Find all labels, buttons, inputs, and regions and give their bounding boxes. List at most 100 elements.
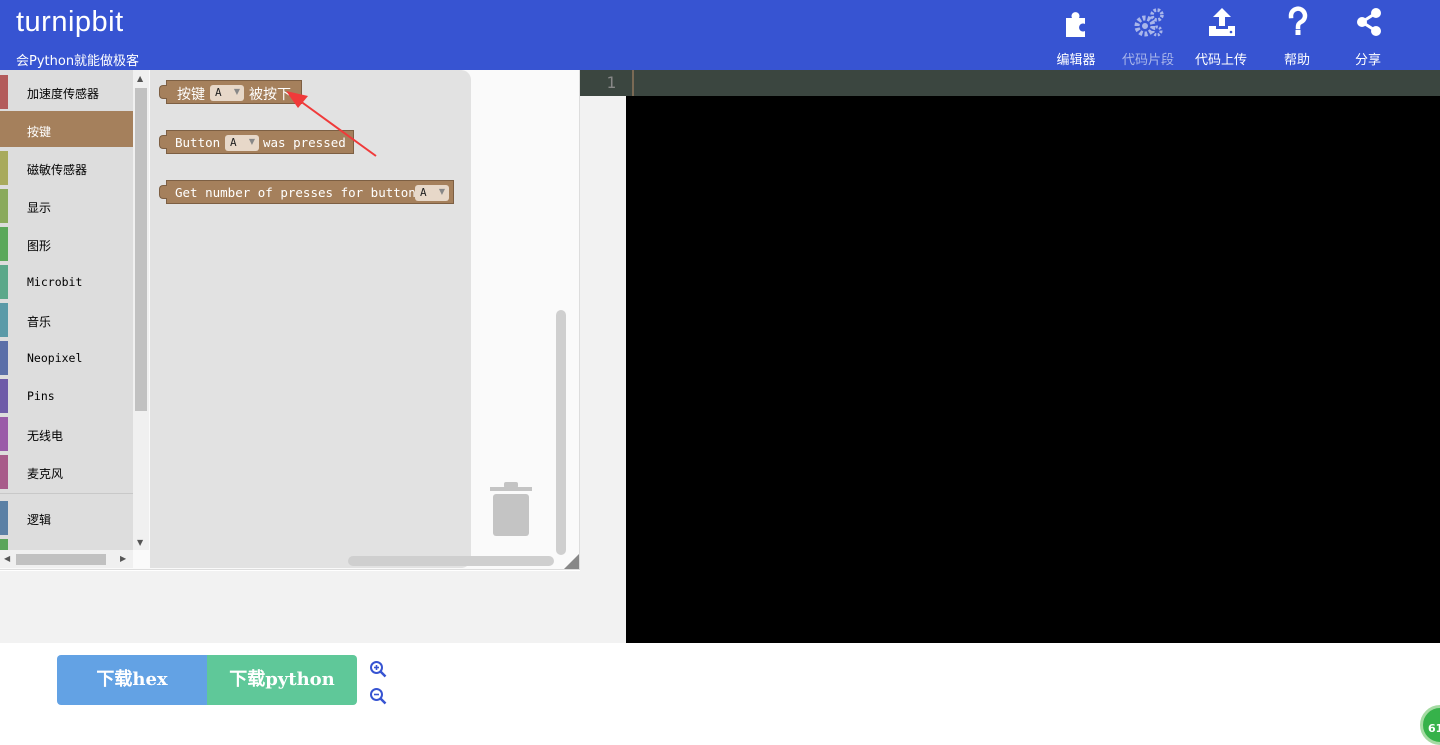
category-color-stripe: [0, 501, 8, 535]
badge-text: 61: [1428, 722, 1440, 735]
left-panel-background: [0, 571, 626, 643]
category-label: 图形: [27, 239, 52, 253]
nav-help-label: 帮助: [1283, 53, 1310, 68]
category-accelerometer[interactable]: 加速度传感器: [0, 73, 133, 109]
category-label: Neopixel: [27, 351, 83, 365]
share-icon: [1357, 8, 1381, 36]
block-button-was-pressed[interactable]: Button A ▼ was pressed: [159, 130, 354, 154]
workspace-vertical-scrollbar[interactable]: [556, 310, 566, 555]
category-color-stripe: [0, 265, 8, 299]
toolbox-hscroll-thumb[interactable]: [16, 554, 106, 565]
nav-snippets-button[interactable]: 代码片段: [1112, 0, 1184, 70]
scroll-left-icon[interactable]: ◀: [4, 554, 10, 563]
dropdown-value: A: [420, 186, 427, 199]
gears-icon: [1134, 8, 1164, 37]
nav-upload-label: 代码上传: [1194, 53, 1247, 68]
block-flyout: 按键 A ▼ 被按下 Button A ▼ was pressed Get nu…: [150, 70, 471, 568]
dropdown-arrow-icon: ▼: [438, 187, 445, 196]
category-label: 逻辑: [27, 513, 52, 527]
button-dropdown[interactable]: A ▼: [210, 85, 244, 101]
help-icon: [1288, 6, 1308, 35]
category-color-stripe: [0, 151, 8, 185]
category-color-stripe: [0, 75, 8, 109]
puzzle-icon: [1066, 12, 1085, 38]
category-microbit[interactable]: Microbit: [0, 263, 133, 299]
block-get-presses[interactable]: Get number of presses for button A ▼: [159, 180, 454, 204]
nav-upload-button[interactable]: 代码上传: [1185, 0, 1257, 70]
category-microphone[interactable]: 麦克风: [0, 453, 133, 489]
block-button-pressed-cn[interactable]: 按键 A ▼ 被按下: [159, 80, 302, 104]
toolbox-scroll-thumb[interactable]: [135, 88, 147, 411]
category-color-stripe: [0, 417, 8, 451]
trash-icon[interactable]: [488, 480, 534, 538]
category-images[interactable]: 图形: [0, 225, 133, 261]
upload-icon: [1209, 8, 1235, 36]
category-neopixel[interactable]: Neopixel: [0, 339, 133, 375]
block-connector: [159, 135, 167, 149]
category-label: Pins: [27, 389, 55, 403]
nav-snippets-label: 代码片段: [1121, 53, 1174, 68]
nav-editor-label: 编辑器: [1056, 53, 1096, 68]
floating-badge[interactable]: 61: [1420, 705, 1440, 745]
category-label: 加速度传感器: [27, 87, 100, 101]
block-connector: [159, 85, 167, 99]
category-label: 按键: [27, 125, 52, 139]
category-label: Microbit: [27, 275, 83, 289]
toolbox-horizontal-scrollbar[interactable]: ◀ ▶: [0, 550, 133, 568]
blockly-workspace[interactable]: 加速度传感器 按键 磁敏传感器 显示 图形 Microbit 音乐 Neopix…: [0, 70, 580, 570]
python-code-editor[interactable]: 1: [580, 70, 1440, 643]
dropdown-value: A: [230, 136, 237, 149]
category-loops[interactable]: 循环: [0, 537, 133, 550]
app-title: turnipbit: [16, 6, 124, 38]
category-color-stripe: [0, 341, 8, 375]
scroll-right-icon[interactable]: ▶: [120, 554, 126, 563]
category-color-stripe: [0, 303, 8, 337]
block-text: 按键: [177, 87, 205, 103]
dropdown-value: A: [215, 86, 222, 99]
category-pins[interactable]: Pins: [0, 377, 133, 413]
category-label: 磁敏传感器: [27, 163, 88, 177]
block-connector: [159, 185, 167, 199]
toolbox-vertical-scrollbar[interactable]: ▲ ▼: [133, 70, 149, 550]
category-display[interactable]: 显示: [0, 187, 133, 223]
category-color-stripe: [0, 227, 8, 261]
button-dropdown[interactable]: A ▼: [225, 135, 259, 151]
block-text: Get number of presses for button: [175, 185, 416, 200]
download-python-button[interactable]: 下载python: [207, 655, 357, 705]
category-label: 显示: [27, 201, 52, 215]
category-color-stripe: [0, 539, 8, 550]
scroll-down-icon[interactable]: ▼: [137, 538, 143, 547]
editor-gutter: [580, 70, 626, 643]
nav-editor-button[interactable]: 编辑器: [1040, 0, 1112, 70]
category-radio[interactable]: 无线电: [0, 415, 133, 451]
dropdown-arrow-icon: ▼: [248, 137, 255, 146]
block-text: Button: [175, 135, 221, 150]
nav-help-button[interactable]: 帮助: [1261, 0, 1333, 70]
download-hex-button[interactable]: 下载hex: [57, 655, 207, 705]
app-header: turnipbit 会Python就能做极客 编辑器 代码片段 代码上传 帮助: [0, 0, 1440, 70]
category-color-stripe: [0, 113, 8, 147]
category-color-stripe: [0, 189, 8, 223]
zoom-in-icon[interactable]: [369, 660, 387, 678]
resize-grip-icon[interactable]: [563, 554, 579, 570]
workspace-horizontal-scrollbar[interactable]: [348, 556, 554, 566]
category-buttons[interactable]: 按键: [0, 111, 133, 147]
category-logic[interactable]: 逻辑: [0, 499, 133, 535]
gutter-active-line: 1: [580, 70, 632, 96]
scroll-up-icon[interactable]: ▲: [137, 74, 143, 83]
nav-share-button[interactable]: 分享: [1332, 0, 1404, 70]
zoom-out-icon[interactable]: [369, 687, 387, 705]
category-color-stripe: [0, 379, 8, 413]
category-compass[interactable]: 磁敏传感器: [0, 149, 133, 185]
button-dropdown[interactable]: A ▼: [415, 185, 449, 201]
toolbox: 加速度传感器 按键 磁敏传感器 显示 图形 Microbit 音乐 Neopix…: [0, 70, 133, 550]
block-text: 被按下: [249, 87, 291, 103]
app-subtitle: 会Python就能做极客: [16, 54, 140, 69]
dropdown-arrow-icon: ▼: [233, 87, 240, 96]
editor-active-line[interactable]: [632, 70, 1440, 96]
block-text: was pressed: [263, 135, 346, 150]
line-number: 1: [606, 73, 616, 92]
nav-share-label: 分享: [1354, 53, 1381, 68]
category-music[interactable]: 音乐: [0, 301, 133, 337]
category-label: 麦克风: [27, 467, 64, 481]
